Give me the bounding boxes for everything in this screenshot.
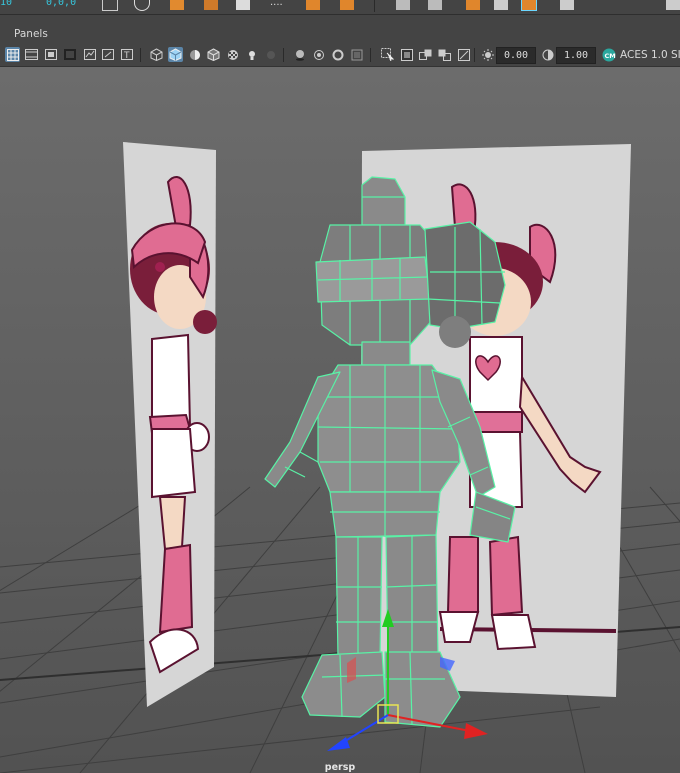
textured-icon[interactable]: [225, 47, 240, 62]
panel-menubar: Panels: [0, 27, 680, 43]
xray-joints-icon[interactable]: [418, 47, 433, 62]
ambient-occlusion-icon[interactable]: [292, 47, 307, 62]
wireframe-on-shaded-icon[interactable]: [206, 47, 221, 62]
exposure-field[interactable]: 0.00: [496, 47, 536, 64]
cube-view-3-icon[interactable]: [466, 0, 480, 10]
smooth-shade-icon[interactable]: [168, 47, 183, 62]
gamma-icon[interactable]: [540, 47, 555, 62]
render-settings-icon[interactable]: [204, 0, 218, 10]
backface-culling-icon[interactable]: [456, 47, 471, 62]
cube-view-2-icon[interactable]: [428, 0, 442, 10]
orange-tool-2-icon[interactable]: [340, 0, 354, 10]
cube-view-1-icon[interactable]: [396, 0, 410, 10]
motion-blur-icon[interactable]: [311, 47, 326, 62]
render-orange-icon[interactable]: [170, 0, 184, 10]
shelf-strip: 10 0,0,0 ....: [0, 0, 680, 15]
xray-components-icon[interactable]: [437, 47, 452, 62]
coord-readout: 0,0,0: [46, 0, 77, 8]
view-transform-label[interactable]: ACES 1.0 SI: [620, 47, 680, 63]
anti-aliasing-icon[interactable]: [330, 47, 345, 62]
side-reference-plane: [123, 142, 217, 707]
grid-view-icon[interactable]: [560, 0, 574, 10]
resolution-gate-icon[interactable]: [43, 47, 58, 62]
gamma-field[interactable]: 1.00: [556, 47, 596, 64]
cube-view-active-icon[interactable]: [521, 0, 537, 11]
safe-title-icon[interactable]: T: [119, 47, 134, 62]
field-chart-icon[interactable]: [82, 47, 97, 62]
circle-icon[interactable]: [134, 0, 150, 11]
panels-menu[interactable]: Panels: [14, 28, 48, 40]
safe-action-icon[interactable]: [100, 47, 115, 62]
color-management-icon[interactable]: CM: [601, 47, 616, 62]
camera-label: persp: [324, 762, 356, 773]
isolate-select-icon[interactable]: [380, 47, 395, 62]
perspective-viewport[interactable]: [0, 67, 680, 773]
cube-view-4-icon[interactable]: [494, 0, 508, 10]
grid-toggle-icon[interactable]: [5, 47, 20, 62]
depth-of-field-icon[interactable]: [349, 47, 364, 62]
viewport-toolbar: T 0.00 1.00 CM ACES 1.0 SI: [0, 44, 680, 67]
more-icon[interactable]: ....: [270, 0, 284, 10]
hypershade-icon[interactable]: [236, 0, 250, 10]
right-edge-icon[interactable]: [666, 0, 680, 10]
xray-icon[interactable]: [399, 47, 414, 62]
gate-mask-icon[interactable]: [62, 47, 77, 62]
svg-text:CM: CM: [604, 52, 615, 60]
exposure-icon[interactable]: [480, 47, 495, 62]
svg-text:T: T: [123, 51, 130, 60]
lights-icon[interactable]: [244, 47, 259, 62]
default-material-icon[interactable]: [187, 47, 202, 62]
film-gate-icon[interactable]: [24, 47, 39, 62]
orange-tool-1-icon[interactable]: [306, 0, 320, 10]
shadows-icon[interactable]: [263, 47, 278, 62]
coord-partial-readout: 10: [0, 0, 13, 8]
wireframe-shading-icon[interactable]: [149, 47, 164, 62]
snap-icon[interactable]: [102, 0, 118, 11]
